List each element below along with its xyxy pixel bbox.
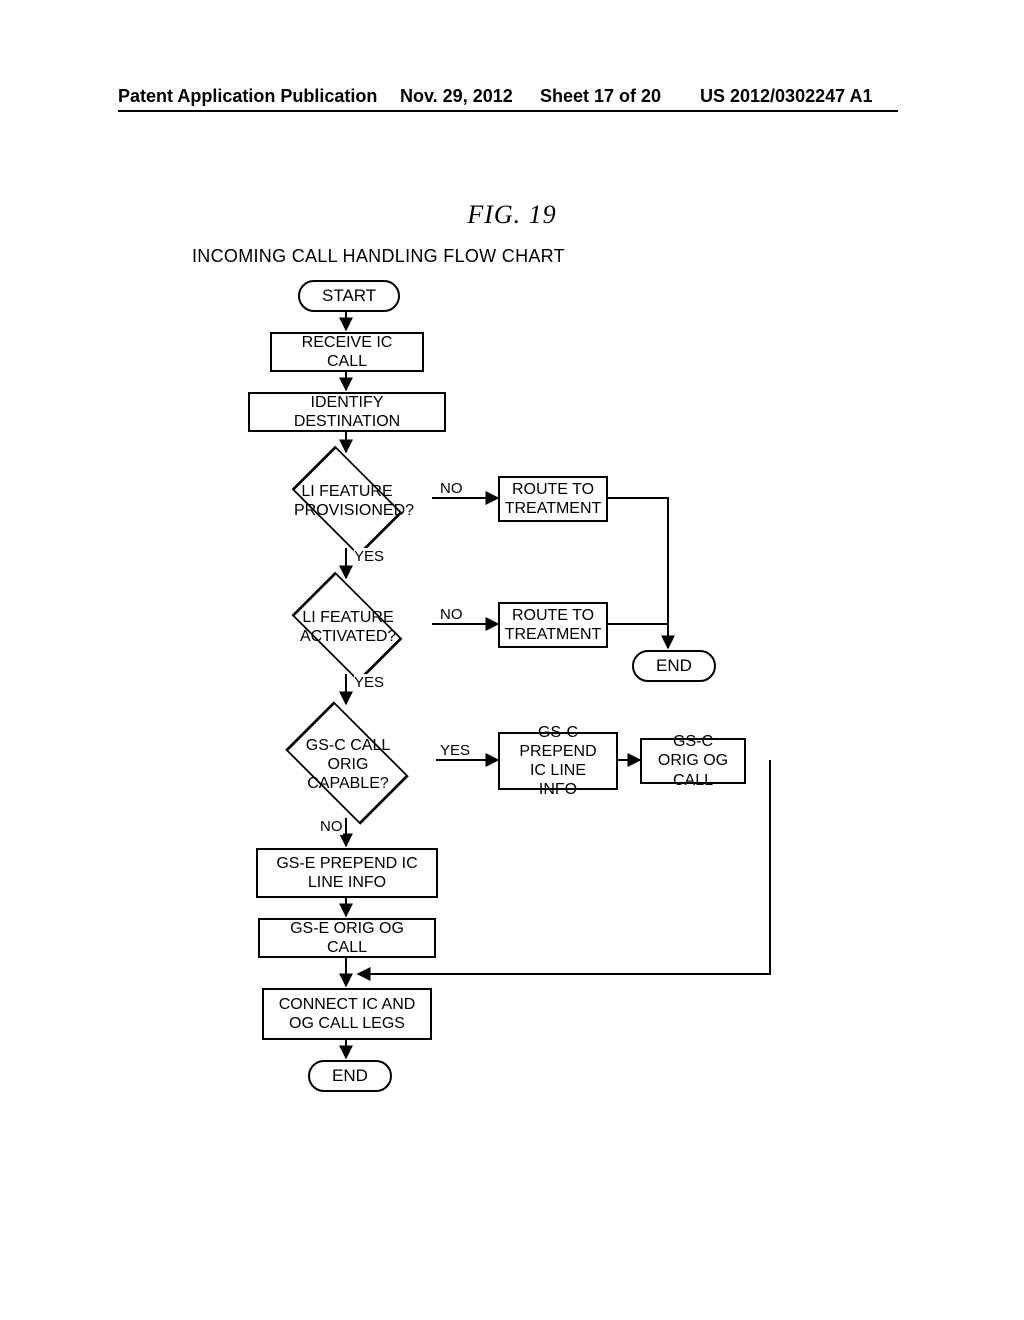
d1-shape	[292, 446, 403, 557]
connect-node: CONNECT IC AND OG CALL LEGS	[262, 988, 432, 1040]
header-left: Patent Application Publication	[118, 86, 377, 107]
d1-no-label: NO	[440, 480, 463, 497]
d3-no-label: NO	[320, 818, 343, 835]
route1-node: ROUTE TO TREATMENT	[498, 476, 608, 522]
header-date: Nov. 29, 2012	[400, 86, 513, 107]
start-node: START	[298, 280, 400, 312]
header-rule	[118, 110, 898, 112]
end2-node: END	[308, 1060, 392, 1092]
d2-shape	[292, 572, 403, 683]
header-sheet: Sheet 17 of 20	[540, 86, 661, 107]
receive-node: RECEIVE IC CALL	[270, 332, 424, 372]
end1-node: END	[632, 650, 716, 682]
identify-node: IDENTIFY DESTINATION	[248, 392, 446, 432]
d3-shape	[285, 701, 409, 825]
flow-lines	[0, 0, 1024, 1320]
d3-yes-label: YES	[440, 742, 470, 759]
route2-node: ROUTE TO TREATMENT	[498, 602, 608, 648]
chart-title: INCOMING CALL HANDLING FLOW CHART	[192, 246, 565, 267]
page: Patent Application Publication Nov. 29, …	[0, 0, 1024, 1320]
figure-label: FIG. 19	[0, 200, 1024, 230]
gse-orig-node: GS-E ORIG OG CALL	[258, 918, 436, 958]
d2-no-label: NO	[440, 606, 463, 623]
gsc-prepend-node: GS-C PREPEND IC LINE INFO	[498, 732, 618, 790]
d1-yes-label: YES	[354, 548, 384, 565]
gsc-orig-node: GS-C ORIG OG CALL	[640, 738, 746, 784]
d2-yes-label: YES	[354, 674, 384, 691]
header-right: US 2012/0302247 A1	[700, 86, 872, 107]
gse-prepend-node: GS-E PREPEND IC LINE INFO	[256, 848, 438, 898]
